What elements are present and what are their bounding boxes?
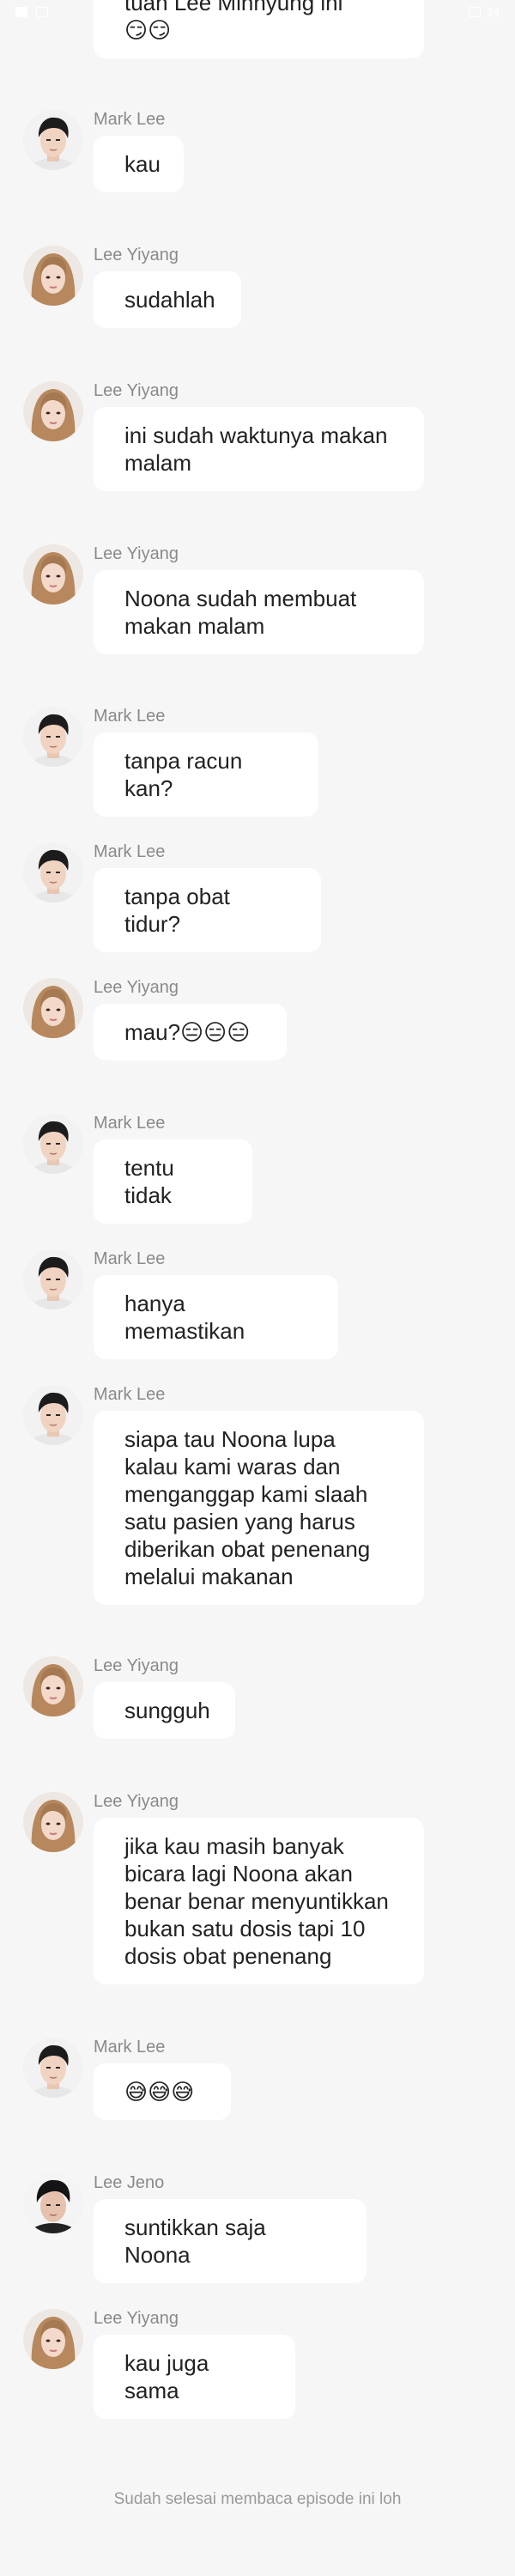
message-bubble[interactable]: tentu tidak — [94, 1139, 252, 1224]
status-clock: 24 — [487, 5, 500, 19]
lee-yiyang-avatar[interactable] — [23, 1656, 83, 1716]
mark-lee-avatar[interactable] — [23, 1114, 83, 1174]
sender-name: Lee Yiyang — [94, 1656, 179, 1675]
sender-name: Mark Lee — [94, 1249, 166, 1268]
message-bubble[interactable]: Noona sudah membuat makan malam — [94, 570, 424, 654]
sender-name: Mark Lee — [94, 842, 166, 861]
lee-yiyang-avatar[interactable] — [23, 1792, 83, 1852]
sender-name: Mark Lee — [94, 707, 166, 726]
lee-yiyang-avatar[interactable] — [23, 544, 83, 605]
message-bubble[interactable]: tanpa racun kan? — [94, 732, 318, 817]
message-bubble[interactable]: siapa tau Noona lupa kalau kami waras da… — [94, 1411, 424, 1605]
battery-icon — [468, 7, 481, 17]
message-bubble[interactable]: tanpa obat tidur? — [94, 868, 321, 952]
sender-name: Mark Lee — [94, 2038, 166, 2057]
message-bubble[interactable]: kau — [94, 136, 184, 192]
message-bubble[interactable]: ini sudah waktunya makan malam — [94, 407, 424, 491]
sender-name: Lee Yiyang — [94, 978, 179, 997]
status-bar: 24 — [0, 0, 515, 24]
sender-name: Lee Yiyang — [94, 544, 179, 563]
mark-lee-avatar[interactable] — [23, 1385, 83, 1445]
sender-name: Mark Lee — [94, 1114, 166, 1133]
lee-yiyang-avatar[interactable] — [23, 2309, 83, 2369]
gallery-icon — [36, 7, 48, 17]
sender-name: Lee Yiyang — [94, 1792, 179, 1811]
lee-yiyang-avatar[interactable] — [23, 246, 83, 306]
mark-lee-avatar[interactable] — [23, 707, 83, 767]
message-bubble[interactable]: jika kau masih banyak bicara lagi Noona … — [94, 1818, 424, 1984]
notification-icon — [15, 7, 27, 17]
mark-lee-avatar[interactable] — [23, 842, 83, 902]
mark-lee-avatar[interactable] — [23, 1249, 83, 1309]
sender-name: Lee Yiyang — [94, 381, 179, 400]
lee-yiyang-avatar[interactable] — [23, 978, 83, 1038]
sender-name: Lee Yiyang — [94, 246, 179, 264]
message-bubble[interactable]: 😅😅😅 — [94, 2063, 231, 2120]
mark-lee-avatar[interactable] — [23, 110, 83, 170]
message-bubble[interactable]: sungguh — [94, 1682, 235, 1739]
lee-jeno-avatar[interactable] — [23, 2173, 83, 2233]
sender-name: Mark Lee — [94, 1385, 166, 1404]
message-bubble[interactable]: kau juga sama — [94, 2335, 295, 2419]
message-bubble[interactable]: mau?😑😑😑 — [94, 1004, 287, 1060]
status-icons-right: 24 — [468, 5, 500, 19]
message-bubble[interactable]: hanya memastikan — [94, 1275, 338, 1359]
sender-name: Mark Lee — [94, 110, 166, 129]
message-bubble[interactable]: suntikkan saja Noona — [94, 2199, 367, 2283]
mark-lee-avatar[interactable] — [23, 2038, 83, 2098]
sender-name: Lee Yiyang — [94, 2309, 179, 2328]
status-icons-left — [15, 7, 48, 17]
lee-yiyang-avatar[interactable] — [23, 381, 83, 441]
sender-name: Lee Jeno — [94, 2173, 165, 2192]
message-bubble[interactable]: sudahlah — [94, 271, 241, 328]
episode-end-note: Sudah selesai membaca episode ini loh — [113, 2490, 402, 2508]
